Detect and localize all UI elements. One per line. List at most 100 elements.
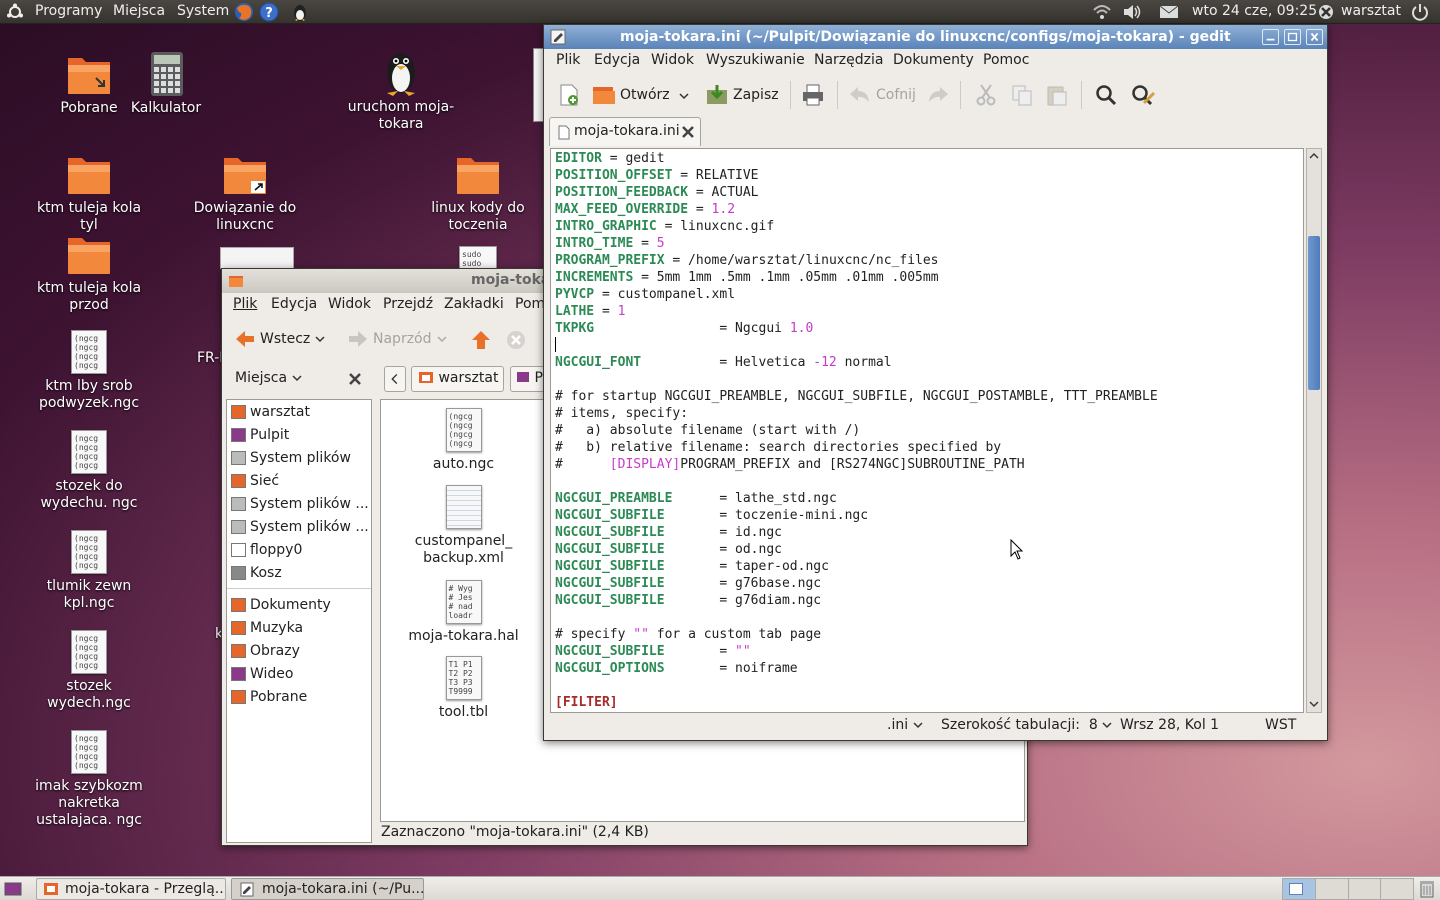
sidebar-item[interactable]: System plików ... <box>227 515 371 538</box>
editor-scrollbar[interactable] <box>1306 148 1322 713</box>
sidebar-item[interactable]: Kosz <box>227 561 371 584</box>
workspace-4[interactable] <box>1381 879 1413 899</box>
desktop-icon-imak-szybkozm[interactable]: (ngcg (ngcg (ngcg (ngcg imak szybkozm na… <box>29 730 149 829</box>
print-icon[interactable] <box>801 83 825 107</box>
trash-icon[interactable] <box>1419 880 1435 898</box>
minimize-button[interactable] <box>1262 29 1279 45</box>
code-line[interactable]: LATHE = 1 <box>555 303 1299 320</box>
cut-icon[interactable] <box>974 83 998 107</box>
menu-pomoc[interactable]: Pom <box>515 296 545 312</box>
code-line[interactable]: # specify "" for a custom tab page <box>555 626 1299 643</box>
menu-przejdz[interactable]: Przejdź <box>383 296 433 312</box>
workspace-2[interactable] <box>1315 879 1349 899</box>
sidebar-item[interactable]: Pobrane <box>227 685 371 708</box>
code-line[interactable]: TKPKG = Ngcgui 1.0 <box>555 320 1299 337</box>
code-line[interactable]: # a) absolute filename (start with /) <box>555 422 1299 439</box>
user-name[interactable]: warsztat <box>1341 3 1401 19</box>
code-line[interactable]: NGCGUI_SUBFILE = "" <box>555 643 1299 660</box>
chevron-down-icon[interactable] <box>678 91 690 101</box>
clock[interactable]: wto 24 cze, 09:25 <box>1192 3 1317 19</box>
code-line[interactable]: EDITOR = gedit <box>555 150 1299 167</box>
scroll-up-arrow-icon[interactable] <box>1309 151 1319 161</box>
close-button[interactable] <box>1306 29 1323 45</box>
menu-system[interactable]: System <box>177 3 229 19</box>
menu-dokumenty[interactable]: Dokumenty <box>893 52 974 68</box>
code-line[interactable]: POSITION_FEEDBACK = ACTUAL <box>555 184 1299 201</box>
up-arrow-icon[interactable] <box>470 329 492 351</box>
code-line[interactable]: PROGRAM_PREFIX = /home/warsztat/linuxcnc… <box>555 252 1299 269</box>
scrollbar-thumb[interactable] <box>1308 236 1320 390</box>
redo-icon[interactable] <box>926 84 950 106</box>
desktop-icon-kalkulator[interactable]: Kalkulator <box>106 52 226 117</box>
scroll-down-arrow-icon[interactable] <box>1309 699 1319 709</box>
close-sidebar-icon[interactable] <box>348 372 362 386</box>
sidebar-item[interactable]: Obrazy <box>227 639 371 662</box>
save-button[interactable]: Zapisz <box>705 84 779 106</box>
gedit-window[interactable]: moja-tokara.ini (~/Pulpit/Dowiązanie do … <box>543 24 1328 741</box>
menu-miejsca[interactable]: Miejsca <box>113 3 165 19</box>
document-thumbnail-partial[interactable] <box>220 247 294 269</box>
sidebar-item[interactable]: Muzyka <box>227 616 371 639</box>
network-wifi-icon[interactable] <box>1091 2 1113 22</box>
sidebar-item[interactable]: Pulpit <box>227 423 371 446</box>
sidebar-item[interactable]: floppy0 <box>227 538 371 561</box>
menu-plik[interactable]: Plik <box>556 52 580 68</box>
desktop-icon-dowiazanie-linuxcnc[interactable]: Dowiązanie do linuxcnc <box>185 152 305 234</box>
sidebar-item[interactable]: Sieć <box>227 469 371 492</box>
chevron-down-icon[interactable] <box>314 334 326 344</box>
search-icon[interactable] <box>1094 83 1118 107</box>
chevron-down-icon[interactable] <box>436 334 448 344</box>
paste-icon[interactable] <box>1045 83 1069 107</box>
help-icon[interactable]: ? <box>258 2 280 22</box>
code-line[interactable]: NGCGUI_OPTIONS = noiframe <box>555 660 1299 677</box>
menu-edycja[interactable]: Edycja <box>271 296 317 312</box>
firefox-icon[interactable] <box>233 2 255 22</box>
desktop-icon-ktm-tuleja-kola-przod[interactable]: ktm tuleja kola przod <box>29 232 149 314</box>
linuxcnc-launcher-icon[interactable] <box>289 2 311 22</box>
code-line[interactable]: INCREMENTS = 5mm 1mm .5mm .1mm .05mm .01… <box>555 269 1299 286</box>
sidebar-item[interactable]: System plików <box>227 446 371 469</box>
undo-button[interactable]: Cofnij <box>848 84 916 106</box>
desktop-icon-stozek-wydech[interactable]: (ngcg (ngcg (ngcg (ngcg stozek wydech.ng… <box>29 630 149 712</box>
code-line[interactable] <box>555 337 1299 354</box>
path-scroll-left-button[interactable] <box>384 366 406 392</box>
menu-pomoc[interactable]: Pomoc <box>983 52 1029 68</box>
menu-programy[interactable]: Programy <box>35 3 102 19</box>
menu-wyszukiwanie[interactable]: Wyszukiwanie <box>706 52 805 68</box>
taskbar-item-file-browser[interactable]: moja-tokara - Przeglą... <box>36 878 226 900</box>
show-desktop-icon[interactable] <box>4 881 22 897</box>
code-line[interactable]: INTRO_GRAPHIC = linuxcnc.gif <box>555 218 1299 235</box>
code-line[interactable]: NGCGUI_SUBFILE = id.ngc <box>555 524 1299 541</box>
gedit-titlebar[interactable]: moja-tokara.ini (~/Pulpit/Dowiązanie do … <box>544 25 1327 49</box>
menu-widok[interactable]: Widok <box>328 296 371 312</box>
desktop-icon-linux-kody-do-toczenia[interactable]: linux kody do toczenia <box>418 152 538 234</box>
menu-widok[interactable]: Widok <box>651 52 694 68</box>
workspace-switcher[interactable] <box>1282 878 1414 900</box>
sidebar-item[interactable]: System plików ... <box>227 492 371 515</box>
user-status-icon[interactable] <box>1317 3 1335 21</box>
volume-icon[interactable] <box>1121 2 1143 22</box>
search-replace-icon[interactable] <box>1130 83 1156 107</box>
file-item[interactable]: T1 P1 T2 P2 T3 P3 T9999 tool.tbl <box>391 656 536 721</box>
back-button[interactable]: Wstecz <box>234 329 326 349</box>
new-document-icon[interactable] <box>557 83 581 107</box>
maximize-button[interactable] <box>1284 29 1301 45</box>
language-selector[interactable]: .ini <box>887 717 923 733</box>
stop-icon[interactable] <box>506 330 526 350</box>
file-item[interactable]: custompanel_ backup.xml <box>391 485 536 567</box>
code-line[interactable] <box>555 473 1299 490</box>
code-line[interactable]: POSITION_OFFSET = RELATIVE <box>555 167 1299 184</box>
code-line[interactable]: MAX_FEED_OVERRIDE = 1.2 <box>555 201 1299 218</box>
menu-edycja[interactable]: Edycja <box>594 52 640 68</box>
workspace-1[interactable] <box>1283 879 1316 899</box>
code-line[interactable]: NGCGUI_SUBFILE = toczenie-mini.ngc <box>555 507 1299 524</box>
sidebar-item[interactable]: Wideo <box>227 662 371 685</box>
desktop-icon-uruchom-moja-tokara[interactable]: uruchom moja-tokara <box>341 45 461 133</box>
sidebar-item[interactable]: Dokumenty <box>227 593 371 616</box>
code-line[interactable]: # items, specify: <box>555 405 1299 422</box>
sudo-file-thumbnail[interactable]: sudo sudo <box>459 246 497 270</box>
taskbar-item-gedit[interactable]: moja-tokara.ini (~/Pu... <box>231 878 424 900</box>
code-line[interactable]: PYVCP = custompanel.xml <box>555 286 1299 303</box>
code-line[interactable]: # [DISPLAY]PROGRAM_PREFIX and [RS274NGC]… <box>555 456 1299 473</box>
code-line[interactable]: NGCGUI_SUBFILE = taper-od.ngc <box>555 558 1299 575</box>
